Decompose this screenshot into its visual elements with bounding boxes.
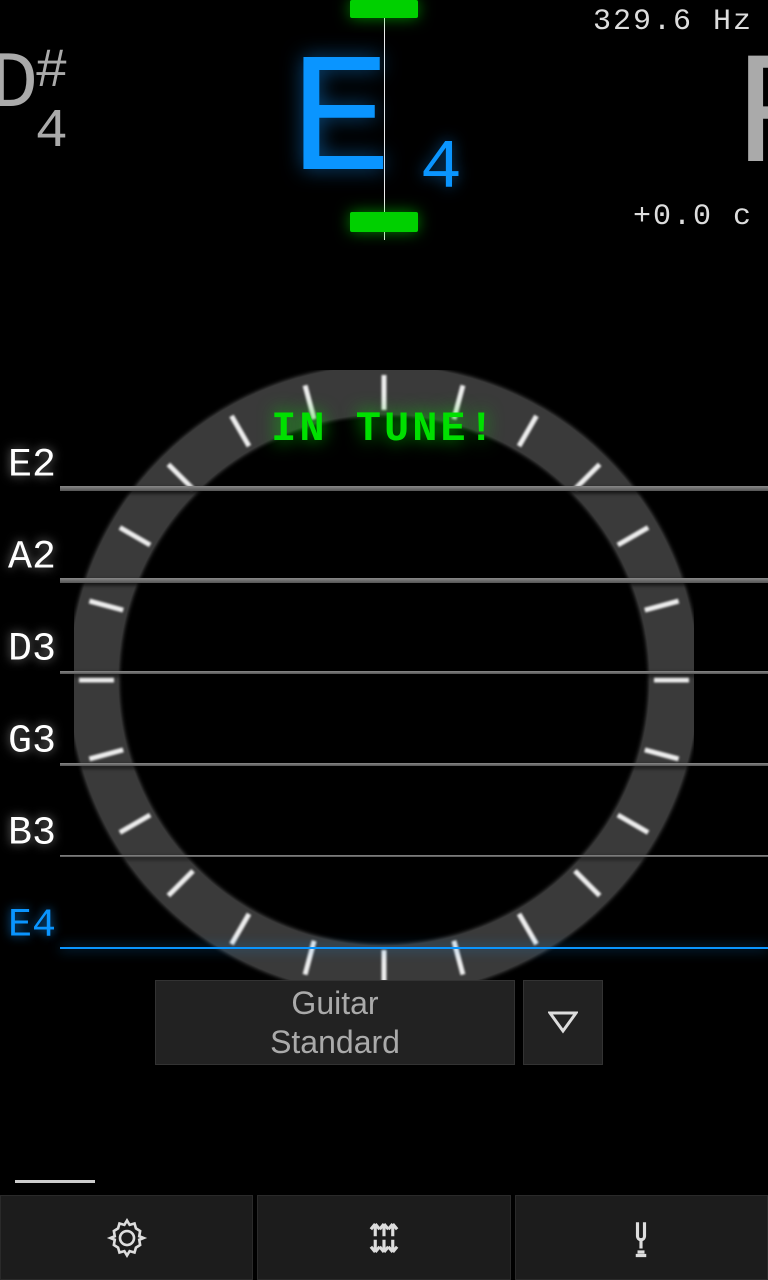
current-note: E 4 bbox=[290, 40, 490, 210]
string-line bbox=[60, 486, 768, 491]
tuning-line2: Standard bbox=[270, 1023, 400, 1061]
string-label: E4 bbox=[8, 903, 56, 948]
note-octave: 4 bbox=[420, 130, 462, 209]
next-note: F bbox=[733, 40, 768, 210]
string-line bbox=[60, 578, 768, 583]
next-note-letter: F bbox=[733, 40, 768, 210]
string-label: A2 bbox=[8, 535, 56, 580]
tuning-name-button[interactable]: Guitar Standard bbox=[155, 980, 515, 1065]
string-label: D3 bbox=[8, 627, 56, 672]
tuning-dial bbox=[74, 370, 694, 990]
strings-area: IN TUNE! E2 A2 D3 G3 B3 E4 bbox=[0, 360, 768, 1000]
settings-button[interactable] bbox=[0, 1195, 253, 1280]
tuning-line1: Guitar bbox=[291, 984, 378, 1022]
bottom-toolbar bbox=[0, 1195, 768, 1280]
prev-note-letter: D bbox=[0, 40, 38, 131]
string-line bbox=[60, 855, 768, 857]
pitch-display-area: 329.6 Hz +0.0 c D # 4 E 4 F bbox=[0, 0, 768, 250]
prev-note-sharp: # bbox=[35, 40, 68, 103]
note-letter: E bbox=[290, 40, 392, 210]
string-label: E2 bbox=[8, 443, 56, 488]
arrows-vertical-icon bbox=[363, 1217, 405, 1259]
gear-icon bbox=[106, 1217, 148, 1259]
string-line bbox=[60, 671, 768, 674]
mode-button[interactable] bbox=[257, 1195, 510, 1280]
frequency-readout: 329.6 Hz bbox=[593, 5, 753, 39]
tuning-selector: Guitar Standard bbox=[155, 980, 603, 1065]
string-line bbox=[60, 763, 768, 766]
target-marker-top bbox=[350, 0, 418, 18]
chevron-down-icon bbox=[548, 1011, 578, 1035]
string-label: G3 bbox=[8, 719, 56, 764]
tuning-dropdown-button[interactable] bbox=[523, 980, 603, 1065]
input-level-indicator bbox=[15, 1180, 95, 1183]
previous-note: D # 4 bbox=[0, 40, 70, 210]
tuning-fork-icon bbox=[620, 1217, 662, 1259]
in-tune-status: IN TUNE! bbox=[271, 405, 497, 453]
prev-note-octave: 4 bbox=[35, 100, 68, 163]
string-label: B3 bbox=[8, 811, 56, 856]
string-line bbox=[60, 947, 768, 949]
pitch-pipe-button[interactable] bbox=[515, 1195, 768, 1280]
